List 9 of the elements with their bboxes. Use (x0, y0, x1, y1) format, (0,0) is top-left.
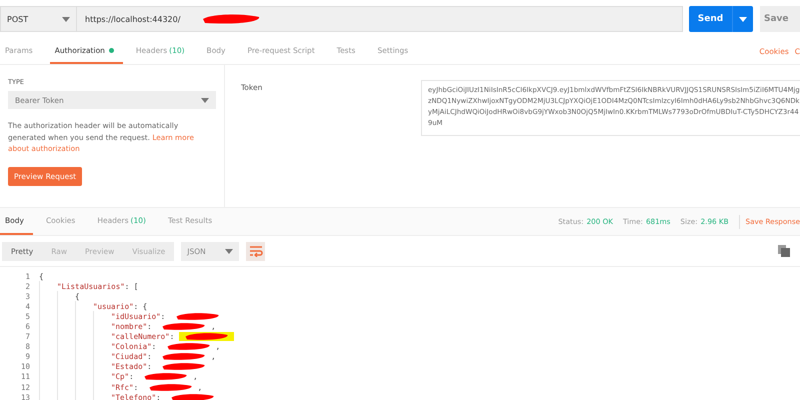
caret-icon (225, 248, 234, 254)
url-field[interactable]: https://localhost:44320/ (77, 6, 683, 32)
caret-icon (739, 16, 747, 22)
copy-icon[interactable] (778, 245, 790, 257)
caret-icon (62, 16, 70, 22)
caret-icon (201, 98, 209, 102)
method-dropdown[interactable]: POST (0, 6, 77, 32)
send-button[interactable]: Send (689, 6, 753, 32)
save-button[interactable]: Save (760, 6, 800, 32)
